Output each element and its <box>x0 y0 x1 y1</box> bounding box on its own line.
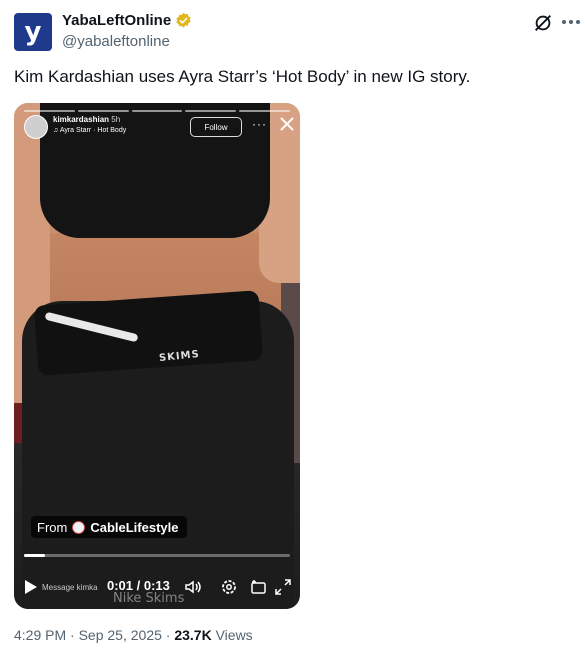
story-avatar <box>24 115 48 139</box>
views-count: 23.7K <box>174 627 212 643</box>
views-label: Views <box>215 627 253 643</box>
story-follow-button: Follow <box>190 117 242 137</box>
settings-gear-icon[interactable] <box>220 578 238 596</box>
from-source-badge[interactable]: From CableLifestyle <box>31 516 187 538</box>
grok-icon[interactable] <box>532 12 554 34</box>
author-display-name[interactable]: YabaLeftOnline <box>62 12 171 29</box>
story-username-line: kimkardashian 5h <box>53 115 120 124</box>
story-progress-segments <box>24 110 290 112</box>
video-scrubber-fill <box>24 554 46 557</box>
story-close-icon <box>280 117 294 131</box>
pip-icon[interactable] <box>250 578 268 596</box>
avatar-letter: y <box>24 17 42 47</box>
author-handle[interactable]: @yabaleftonline <box>62 33 170 50</box>
verified-badge-icon <box>176 12 191 28</box>
author-avatar[interactable]: y <box>14 13 52 51</box>
fullscreen-icon[interactable] <box>274 578 292 596</box>
story-more-icon: ··· <box>252 117 267 131</box>
video-controls: Message kimka 0:01 / 0:13 <box>24 577 292 599</box>
more-icon[interactable] <box>562 20 580 24</box>
video-scrubber[interactable] <box>24 554 290 557</box>
story-song: ♫ Ayra Starr · Hot Body <box>53 127 127 134</box>
meta-separator: · <box>70 627 75 643</box>
from-prefix: From <box>37 519 68 535</box>
music-icon: ♫ <box>53 127 60 134</box>
play-icon[interactable] <box>24 579 38 595</box>
story-time: 5h <box>111 115 121 124</box>
source-avatar-icon <box>72 520 86 534</box>
story-message-hint: Message kimka <box>42 583 98 592</box>
from-source-name: CableLifestyle <box>90 519 179 535</box>
tweet-date[interactable]: Sep 25, 2025 <box>79 627 162 643</box>
tweet-meta: 4:29 PM · Sep 25, 2025 · 23.7K Views <box>14 627 253 643</box>
tweet-text: Kim Kardashian uses Ayra Starr’s ‘Hot Bo… <box>14 67 471 86</box>
author-name-row: YabaLeftOnline <box>62 12 192 29</box>
volume-icon[interactable] <box>184 578 202 596</box>
meta-separator: · <box>165 627 171 643</box>
story-username: kimkardashian <box>53 115 110 124</box>
tweet-time[interactable]: 4:29 PM <box>14 627 66 643</box>
video-timecode: 0:01 / 0:13 <box>107 578 170 593</box>
video-player[interactable]: SKIMS kimkardashian 5h ♫ Ayra Starr · Ho… <box>14 103 300 609</box>
